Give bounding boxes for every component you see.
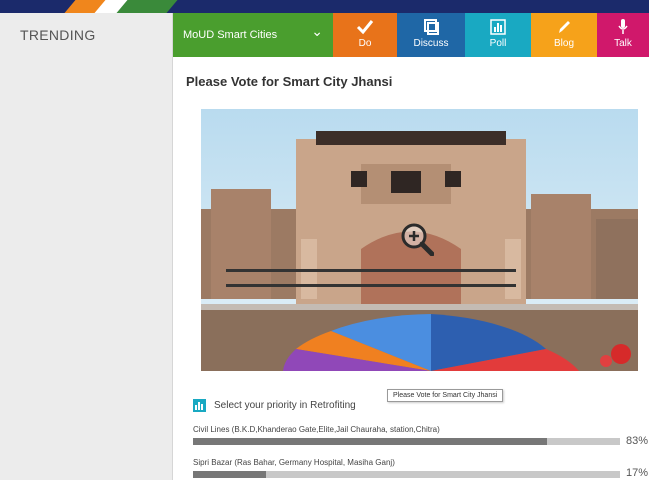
poll-prompt-row: Select your priority in Retrofiting [193,397,356,413]
bar-chart-icon [193,398,206,412]
option-percent: 83% [626,435,649,447]
tab-poll[interactable]: Poll [465,13,531,57]
tab-do-label: Do [358,38,372,49]
city-dropdown-label: MoUD Smart Cities [183,29,278,41]
tab-blog-label: Blog [553,38,574,49]
check-icon [333,18,397,38]
option-result-fill [193,471,266,478]
top-brand-stripe [0,0,649,13]
image-tooltip: Please Vote for Smart City Jhansi [387,389,504,402]
tab-discuss-label: Discuss [413,38,449,49]
tab-blog[interactable]: Blog [531,13,597,57]
discuss-icon [397,18,465,38]
pencil-icon [531,18,597,38]
option-percent: 17% [626,467,649,479]
sidebar-title: TRENDING [20,27,96,43]
option-result-bar [193,438,620,445]
tab-talk[interactable]: Talk [597,13,649,57]
city-dropdown[interactable]: MoUD Smart Cities ⌄ [173,13,333,57]
option-result-bar [193,471,620,478]
tab-poll-label: Poll [489,38,507,49]
poll-title: Please Vote for Smart City Jhansi [186,74,393,89]
poll-icon [465,18,531,38]
tab-talk-label: Talk [614,38,632,49]
trending-sidebar: TRENDING [0,13,173,480]
poll-prompt-text: Select your priority in Retrofiting [214,399,356,411]
tab-do[interactable]: Do [333,13,397,57]
tab-discuss[interactable]: Discuss [397,13,465,57]
zoom-in-icon[interactable] [400,222,435,257]
top-nav-bar: MoUD Smart Cities ⌄ Do Discuss Poll Blog… [173,13,649,57]
option-label[interactable]: Civil Lines (B.K.D,Khanderao Gate,Elite,… [193,425,440,434]
option-label[interactable]: Sipri Bazar (Ras Bahar, Germany Hospital… [193,458,395,467]
option-result-fill [193,438,548,445]
microphone-icon [597,18,649,38]
chevron-down-icon: ⌄ [311,23,323,39]
